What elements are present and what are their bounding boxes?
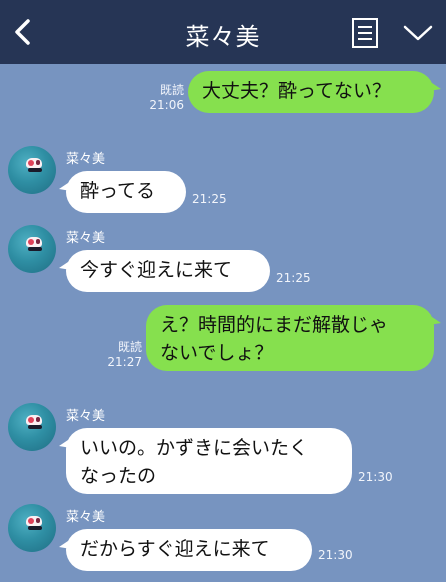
message-time: 21:25	[276, 271, 311, 285]
message-time: 21:06	[149, 98, 184, 112]
message-text: 大丈夫？酔ってない？	[202, 80, 392, 102]
message-time: 21:25	[192, 192, 227, 206]
bubble-tail	[429, 81, 441, 91]
read-receipt: 既読	[117, 340, 142, 354]
bubble-tail	[59, 539, 71, 549]
note-list-button[interactable]	[350, 15, 380, 51]
message-meta: 既読 21:06	[140, 83, 184, 113]
message-meta: 既読 21:27	[98, 340, 142, 370]
bubble-tail	[429, 315, 441, 325]
avatar[interactable]	[8, 403, 56, 451]
sender-name: 菜々美	[66, 510, 106, 525]
sender-name: 菜々美	[66, 409, 106, 424]
collapse-button[interactable]	[400, 20, 436, 46]
message-bubble-sent[interactable]: 大丈夫？酔ってない？	[188, 71, 441, 113]
note-list-icon	[352, 18, 378, 48]
message-bubble-received[interactable]: 今すぐ迎えに来て	[59, 250, 270, 292]
message-text-line: ないでしょ？	[160, 342, 274, 364]
message-bubble-sent[interactable]: え？時間的にまだ解散じゃ ないでしょ？	[146, 305, 441, 371]
message-text-line: いいの。かずきに会いたく	[80, 437, 309, 459]
chat-header: 菜々美	[0, 0, 446, 64]
message-text: だからすぐ迎えに来て	[80, 538, 270, 560]
bubble-tail	[59, 438, 71, 448]
message-time: 21:30	[358, 470, 393, 484]
avatar[interactable]	[8, 504, 56, 552]
message-text-line: え？時間的にまだ解散じゃ	[160, 314, 389, 336]
message-text-line: なったの	[80, 465, 157, 487]
message-text: 酔ってる	[80, 180, 156, 202]
message-text: 今すぐ迎えに来て	[80, 259, 233, 281]
bubble-tail	[59, 181, 71, 191]
chevron-down-icon	[403, 25, 433, 41]
sender-name: 菜々美	[66, 152, 106, 167]
avatar[interactable]	[8, 225, 56, 273]
read-receipt: 既読	[159, 83, 184, 97]
message-bubble-received[interactable]: 酔ってる	[59, 171, 186, 213]
message-time: 21:27	[107, 355, 142, 369]
avatar[interactable]	[8, 146, 56, 194]
sender-name: 菜々美	[66, 231, 106, 246]
message-time: 21:30	[318, 548, 353, 562]
message-bubble-received[interactable]: だからすぐ迎えに来て	[59, 529, 312, 571]
bubble-tail	[59, 260, 71, 270]
message-bubble-received[interactable]: いいの。かずきに会いたく なったの	[59, 428, 352, 494]
